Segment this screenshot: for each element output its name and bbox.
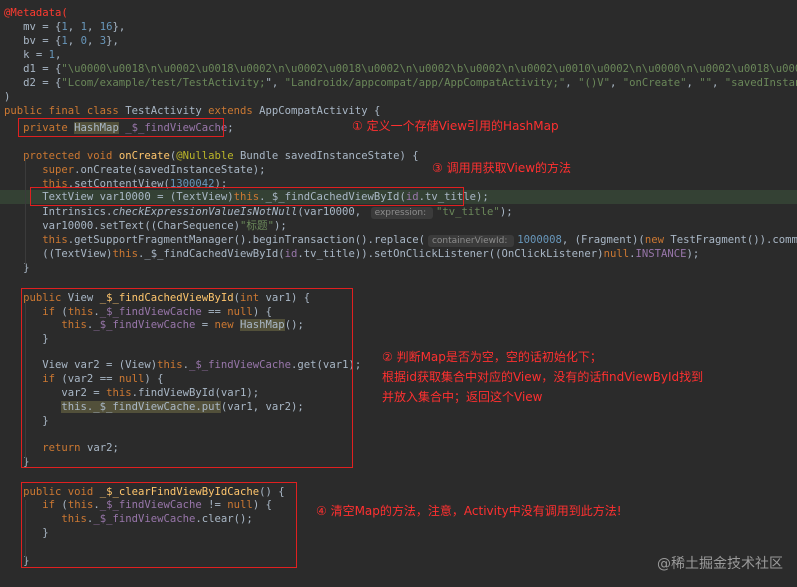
code-token: ._$_findCachedViewById( <box>137 248 285 260</box>
code-token: "savedInstanceState" <box>724 77 797 89</box>
annotation-note-2-line1: ② 判断Map是否为空，空的话初始化下； <box>382 350 602 364</box>
code-token: public final class <box>4 105 126 117</box>
code-token: TestActivity <box>125 105 209 117</box>
code-token: this <box>112 248 138 260</box>
code-token: , <box>686 77 700 89</box>
code-token: super <box>42 164 75 176</box>
highlight-box-hashmap-field <box>18 118 224 137</box>
code-token: TestFragment()).commit(); <box>670 234 797 246</box>
code-token: "" <box>699 77 713 89</box>
code-line[interactable]: d1 = {"\u0000\u0018\n\u0002\u0018\u0002\… <box>0 62 797 76</box>
highlight-box-clearcache-method <box>21 482 297 568</box>
code-token: "tv_title" <box>436 206 500 218</box>
code-token: @Nullable <box>176 150 241 162</box>
code-token: (var10000, <box>297 206 368 218</box>
code-token: }, <box>112 21 126 33</box>
code-token: k = <box>4 49 49 61</box>
code-token: protected void <box>23 150 119 162</box>
code-token: Intrinsics. <box>4 206 113 218</box>
code-token: , <box>609 77 623 89</box>
highlight-box-findview-call <box>30 187 464 206</box>
parameter-hint: expression: <box>370 207 434 219</box>
code-token: .tv_title)).setOnClickListener((OnClickL… <box>297 248 604 260</box>
code-token: 1000008 <box>517 234 562 246</box>
annotation-note-1: ① 定义一个存储View引用的HashMap <box>352 119 559 133</box>
code-line[interactable] <box>0 275 797 289</box>
code-token: ", <box>265 77 285 89</box>
code-token: "Lcom/example/test/TestActivity; <box>61 77 266 89</box>
code-token: .getSupportFragmentManager().beginTransa… <box>67 234 425 246</box>
code-token: ); <box>273 220 287 232</box>
code-token: d1 = { <box>4 63 62 75</box>
code-token: , (Fragment)( <box>561 234 645 246</box>
code-token: var10000.setText((CharSequence) <box>4 220 240 232</box>
code-token: @Metadata( <box>4 7 68 19</box>
code-token: null <box>603 248 630 260</box>
code-token: d2 = { <box>4 77 62 89</box>
code-token: ); <box>499 206 513 218</box>
code-line[interactable]: this.getSupportFragmentManager().beginTr… <box>0 233 797 247</box>
code-line[interactable]: d2 = {"Lcom/example/test/TestActivity;",… <box>0 76 797 90</box>
code-line[interactable]: public final class TestActivity extends … <box>0 104 797 118</box>
code-token: , <box>67 21 81 33</box>
code-token: checkExpressionValueIsNotNull <box>112 206 298 218</box>
code-token: AppCompatActivity { <box>259 105 381 117</box>
code-token: 16 <box>99 21 113 33</box>
annotation-note-2-line3: 并放入集合中；返回这个View <box>382 390 543 404</box>
code-token: "Landroidx/appcompat/app/AppCompatActivi… <box>284 77 566 89</box>
code-token: INSTANCE <box>635 248 687 260</box>
code-line[interactable]: bv = {1, 0, 3}, <box>0 34 797 48</box>
indent-guide <box>25 154 26 266</box>
code-token: onCreate <box>118 150 170 162</box>
code-token: , <box>565 77 579 89</box>
code-line[interactable]: @Metadata( <box>0 6 797 20</box>
code-token: this <box>42 234 68 246</box>
code-token: Bundle savedInstanceState) { <box>240 150 419 162</box>
code-line[interactable]: Intrinsics.checkExpressionValueIsNotNull… <box>0 205 797 219</box>
watermark: @稀土掘金技术社区 <box>657 556 783 572</box>
code-token: mv = { <box>4 21 62 33</box>
code-line[interactable]: k = 1, <box>0 48 797 62</box>
annotation-note-4: ④ 清空Map的方法，注意，Activity中没有调用到此方法! <box>316 504 622 518</box>
code-line[interactable]: ) <box>0 90 797 104</box>
code-line[interactable]: protected void onCreate(@Nullable Bundle… <box>0 149 797 163</box>
code-token: extends <box>208 105 260 117</box>
code-token: , <box>712 77 725 89</box>
code-token: }, <box>106 35 119 47</box>
code-token: , <box>86 21 100 33</box>
code-token: id <box>284 248 298 260</box>
code-line[interactable] <box>0 469 797 483</box>
highlight-box-findcached-method <box>21 288 353 468</box>
code-token: , <box>86 35 100 47</box>
parameter-hint: containerViewId: <box>427 235 515 247</box>
code-token: "\u0000\u0018\n\u0002\u0018\u0002\n\u000… <box>61 63 797 75</box>
code-line[interactable]: ((TextView)this._$_findCachedViewById(id… <box>0 247 797 261</box>
code-token: ; <box>227 122 234 134</box>
code-token: "onCreate" <box>622 77 687 89</box>
code-line[interactable]: } <box>0 261 797 275</box>
code-token: bv = { <box>4 35 62 47</box>
code-token: "()V" <box>578 77 610 89</box>
annotation-note-3: ③ 调用用获取View的方法 <box>432 161 572 175</box>
code-token: , <box>55 49 62 61</box>
code-token: .onCreate(savedInstanceState); <box>74 164 266 176</box>
code-token: new <box>644 234 671 246</box>
code-token: "标题" <box>240 220 274 232</box>
code-token: ); <box>686 248 700 260</box>
code-token: ) <box>4 91 11 103</box>
code-line[interactable]: var10000.setText((CharSequence)"标题"); <box>0 219 797 233</box>
code-token: ((TextView) <box>4 248 113 260</box>
code-token: , <box>67 35 81 47</box>
annotation-note-2-line2: 根据id获取集合中对应的View，没有的话findViewById找到 <box>382 370 704 384</box>
code-line[interactable]: super.onCreate(savedInstanceState); <box>0 163 797 177</box>
code-line[interactable]: mv = {1, 1, 16}, <box>0 20 797 34</box>
